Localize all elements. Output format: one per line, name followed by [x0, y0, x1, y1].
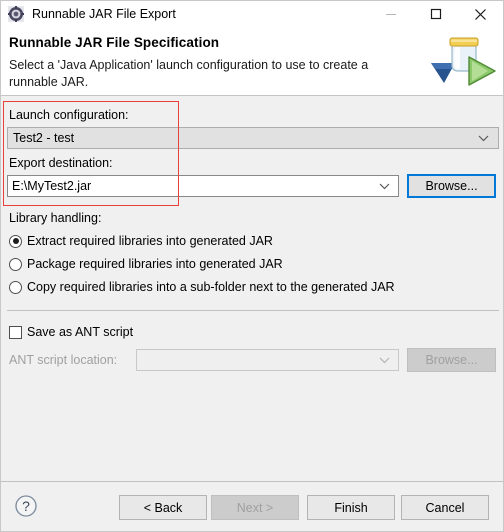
library-handling-label: Library handling:: [9, 211, 102, 225]
save-as-ant-script-checkbox[interactable]: Save as ANT script: [9, 323, 133, 341]
section-divider: [7, 310, 499, 311]
ant-script-location-combo: [136, 349, 399, 371]
radio-label: Copy required libraries into a sub-folde…: [27, 280, 395, 294]
jar-export-banner-icon: [429, 27, 499, 95]
launch-configuration-combo[interactable]: Test2 - test: [7, 127, 499, 149]
finish-button[interactable]: Finish: [307, 495, 395, 520]
radio-package-libraries[interactable]: Package required libraries into generate…: [9, 255, 283, 273]
radio-label: Extract required libraries into generate…: [27, 234, 273, 248]
wizard-header: Runnable JAR File Specification Select a…: [1, 27, 503, 96]
radio-mark-icon: [9, 280, 22, 294]
maximize-icon[interactable]: [413, 1, 458, 27]
cancel-button[interactable]: Cancel: [401, 495, 489, 520]
export-destination-label: Export destination:: [9, 156, 113, 170]
export-destination-value: E:\MyTest2.jar: [12, 179, 92, 193]
help-icon[interactable]: ?: [13, 493, 39, 519]
chevron-down-icon: [379, 179, 390, 193]
footer-divider: [1, 481, 503, 482]
minimize-icon[interactable]: [368, 1, 413, 27]
next-button: Next >: [211, 495, 299, 520]
export-destination-browse-button[interactable]: Browse...: [407, 174, 496, 198]
radio-extract-libraries[interactable]: Extract required libraries into generate…: [9, 232, 273, 250]
chevron-down-icon: [379, 353, 390, 367]
export-destination-combo[interactable]: E:\MyTest2.jar: [7, 175, 399, 197]
runnable-jar-export-dialog: Runnable JAR File Export Runnable JAR Fi…: [0, 0, 504, 532]
radio-mark-icon: [9, 234, 22, 248]
title-bar: Runnable JAR File Export: [1, 1, 503, 27]
chevron-down-icon: [478, 131, 489, 145]
checkbox-mark-icon: [9, 325, 22, 339]
back-button[interactable]: < Back: [119, 495, 207, 520]
radio-label: Package required libraries into generate…: [27, 257, 283, 271]
wizard-gear-icon: [8, 6, 24, 22]
close-icon[interactable]: [458, 1, 503, 27]
ant-script-location-label: ANT script location:: [9, 353, 118, 367]
dialog-body: Launch configuration: Test2 - test Expor…: [1, 96, 503, 481]
ant-script-browse-button: Browse...: [407, 348, 496, 372]
dialog-footer: ? < Back Next > Finish Cancel: [1, 481, 503, 531]
radio-copy-libraries[interactable]: Copy required libraries into a sub-folde…: [9, 278, 395, 296]
launch-configuration-label: Launch configuration:: [9, 108, 129, 122]
page-title: Runnable JAR File Specification: [9, 35, 220, 50]
page-description: Select a 'Java Application' launch confi…: [9, 58, 369, 89]
window-controls: [368, 1, 503, 27]
window-title: Runnable JAR File Export: [32, 7, 176, 21]
launch-configuration-value: Test2 - test: [13, 131, 75, 145]
radio-mark-icon: [9, 257, 22, 271]
svg-text:?: ?: [22, 498, 30, 514]
checkbox-label: Save as ANT script: [27, 325, 134, 339]
